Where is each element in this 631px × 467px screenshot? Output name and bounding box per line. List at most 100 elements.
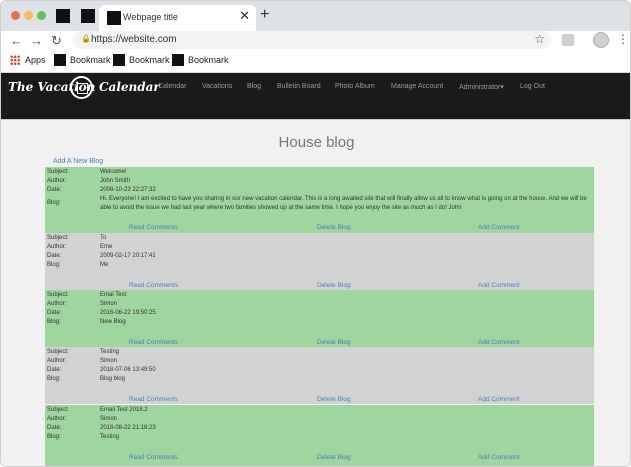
- nav-vacations[interactable]: Vacations: [202, 83, 232, 90]
- subject-value: Testing: [100, 349, 120, 355]
- delete-blog-link[interactable]: Delete Blog: [317, 282, 351, 289]
- minimize-window-button[interactable]: [24, 11, 33, 20]
- date-label: Date:: [47, 187, 62, 193]
- subject-value: Welcome!: [100, 169, 127, 175]
- author-value: Simon: [100, 416, 118, 422]
- add-comment-link[interactable]: Add Comment: [478, 224, 520, 231]
- author-label: Author:: [47, 178, 67, 184]
- apps-label[interactable]: Apps: [25, 55, 46, 65]
- date-label: Date:: [47, 425, 62, 431]
- author-value: Simon: [100, 301, 118, 307]
- author-label: Author:: [47, 416, 67, 422]
- read-comments-link[interactable]: Read Comments: [129, 454, 178, 461]
- delete-blog-link[interactable]: Delete Blog: [317, 224, 351, 231]
- date-value: 2016-06-22 19:50:25: [100, 310, 156, 316]
- read-comments-link[interactable]: Read Comments: [129, 282, 178, 289]
- author-value: John Smith: [100, 178, 131, 184]
- bookmarks-bar: Apps Bookmark Bookmark Bookmark: [1, 51, 630, 73]
- bookmark-star-icon[interactable]: ☆: [534, 32, 545, 46]
- logo-text-right[interactable]: Calendar: [99, 80, 160, 94]
- read-comments-link[interactable]: Read Comments: [129, 339, 178, 346]
- reload-icon[interactable]: ↻: [51, 33, 62, 48]
- subject-label: Subject:: [47, 292, 69, 298]
- nav-blog[interactable]: Blog: [247, 83, 261, 90]
- bookmark-item[interactable]: Bookmark: [188, 55, 229, 65]
- maximize-window-button[interactable]: [37, 11, 46, 20]
- date-value: 2018-08-22 21:18:23: [100, 425, 156, 431]
- blog-label: Blog:: [47, 376, 61, 382]
- url-text: https://website.com: [91, 34, 177, 45]
- blog-value: New Blog: [100, 319, 126, 325]
- lock-icon: 🔒: [81, 34, 91, 43]
- tab-favicon[interactable]: [56, 9, 70, 23]
- blog-entry: Subject: Testing Author: Simon Date: 201…: [45, 347, 594, 404]
- nav-calendar[interactable]: Calendar: [158, 83, 186, 90]
- add-comment-link[interactable]: Add Comment: [478, 454, 520, 461]
- blog-value: Blog blog: [100, 376, 126, 382]
- delete-blog-link[interactable]: Delete Blog: [317, 339, 351, 346]
- blog-entry: Subject: Welcome! Author: John Smith Dat…: [45, 167, 594, 233]
- date-value: 2009-02-17 20:17:41: [100, 253, 156, 259]
- blog-entry: Subject: Emai Test Author: Simon Date: 2…: [45, 290, 594, 347]
- bookmark-icon: [172, 54, 184, 66]
- browser-toolbar: ← → ↻ 🔒 https://website.com ☆ ⋮: [1, 31, 630, 51]
- site-header: The Vacation Calendar Calendar Vacations…: [1, 73, 630, 119]
- read-comments-link[interactable]: Read Comments: [129, 396, 178, 403]
- add-comment-link[interactable]: Add Comment: [478, 339, 520, 346]
- delete-blog-link[interactable]: Delete Blog: [317, 396, 351, 403]
- active-tab[interactable]: Webpage title ✕: [99, 5, 256, 31]
- subject-value: Email Test 2018.2: [100, 407, 148, 413]
- add-new-blog-link[interactable]: Add A New Blog: [53, 158, 103, 165]
- blog-entry: Subject: To Author: Eme Date: 2009-02-17…: [45, 233, 594, 290]
- profile-avatar[interactable]: [593, 32, 609, 48]
- nav-administrator-dropdown[interactable]: Administrator▾: [459, 83, 504, 91]
- tab-strip: Webpage title ✕ +: [1, 1, 630, 31]
- blog-value: Hi. Everyone! I am excited to have you s…: [100, 196, 587, 211]
- calendar-logo-icon[interactable]: [70, 76, 93, 99]
- subject-label: Subject:: [47, 235, 69, 241]
- date-value: 2018-07-06 13:49:50: [100, 367, 156, 373]
- close-tab-icon[interactable]: ✕: [239, 9, 250, 23]
- author-value: Eme: [100, 244, 113, 250]
- author-label: Author:: [47, 301, 67, 307]
- blog-value: Me: [100, 262, 109, 268]
- subject-value: To: [100, 235, 107, 241]
- bookmark-item[interactable]: Bookmark: [129, 55, 170, 65]
- author-value: Simon: [100, 358, 118, 364]
- page-title: House blog: [278, 134, 355, 151]
- blog-label: Blog:: [47, 200, 61, 206]
- date-label: Date:: [47, 253, 62, 259]
- extension-icon[interactable]: [562, 34, 574, 46]
- tab-favicon: [107, 11, 121, 25]
- browser-window: Webpage title ✕ + ← → ↻ 🔒 https://websit…: [0, 0, 631, 467]
- date-label: Date:: [47, 367, 62, 373]
- nav-photo-album[interactable]: Photo Album: [335, 83, 375, 90]
- add-comment-link[interactable]: Add Comment: [478, 282, 520, 289]
- close-window-button[interactable]: [11, 11, 20, 20]
- subject-label: Subject:: [47, 169, 69, 175]
- nav-bulletin-board[interactable]: Bulletin Board: [277, 83, 321, 90]
- date-label: Date:: [47, 310, 62, 316]
- nav-manage-account[interactable]: Manage Account: [391, 83, 443, 90]
- apps-icon[interactable]: [10, 55, 20, 65]
- blog-label: Blog:: [47, 434, 61, 440]
- bookmark-icon: [54, 54, 66, 66]
- forward-icon[interactable]: →: [30, 33, 43, 48]
- author-label: Author:: [47, 358, 67, 364]
- browser-menu-icon[interactable]: ⋮: [617, 32, 629, 46]
- nav-log-out[interactable]: Log Out: [520, 83, 545, 90]
- delete-blog-link[interactable]: Delete Blog: [317, 454, 351, 461]
- page-content: House blog Add A New Blog Subject: Welco…: [1, 119, 630, 466]
- bookmark-item[interactable]: Bookmark: [70, 55, 111, 65]
- blog-value: Testing: [100, 434, 120, 440]
- read-comments-link[interactable]: Read Comments: [129, 224, 178, 231]
- address-bar[interactable]: 🔒 https://website.com ☆: [73, 31, 551, 49]
- tab-favicon[interactable]: [81, 9, 95, 23]
- back-icon[interactable]: ←: [10, 33, 23, 48]
- subject-label: Subject:: [47, 349, 69, 355]
- date-value: 2008-10-23 22:27:32: [100, 187, 156, 193]
- add-comment-link[interactable]: Add Comment: [478, 396, 520, 403]
- new-tab-icon[interactable]: +: [260, 6, 269, 24]
- blog-label: Blog:: [47, 319, 61, 325]
- blog-label: Blog:: [47, 262, 61, 268]
